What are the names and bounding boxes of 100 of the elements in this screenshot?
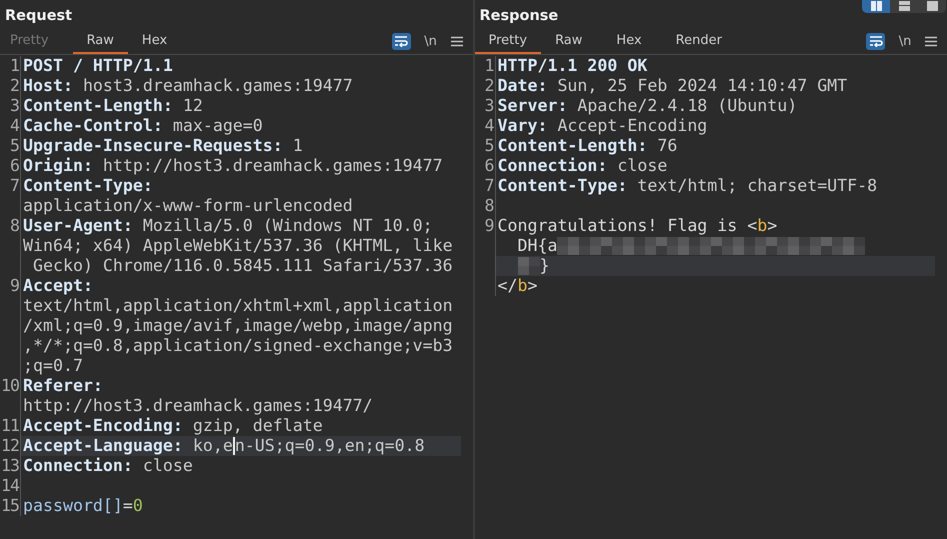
code-text: Win64; x64) AppleWebKit/537.36 (KHTML, like [23, 236, 453, 256]
code-text: password[] [23, 496, 123, 516]
code-text: </ [498, 276, 518, 296]
newline-button[interactable]: \n [420, 34, 440, 48]
code-text: Origin: [23, 156, 93, 176]
tab[interactable]: Hex [132, 28, 188, 54]
code-text: Accept-Encoding: [23, 416, 183, 436]
line-number: 15 [1, 496, 19, 515]
code-text: Accept-Encoding [556, 116, 708, 136]
code-text: ;q=0.7 [23, 356, 83, 376]
code-text: Sun, 25 Feb 2024 14:10:47 GMT [556, 76, 848, 96]
code-text: /xml;q=0.9,image/avif,image/webp,image/apng [23, 316, 453, 336]
code-text: ,*/*;q=0.8,application/signed-exchange;v=b3 [23, 336, 453, 356]
code-text: Connection: [498, 156, 608, 176]
code-text: close [142, 456, 193, 476]
code-text: max-age=0 [172, 116, 263, 136]
menu-icon [450, 36, 462, 46]
columns-icon [868, 0, 884, 12]
code-text: Accept: [23, 276, 93, 296]
layout-button[interactable] [862, 0, 890, 13]
code-text: Host: [23, 76, 73, 96]
wrap-button[interactable] [866, 32, 885, 50]
code-text: http://host3.dreamhack.games:19477 [102, 156, 443, 176]
tab[interactable]: Raw [545, 28, 602, 54]
line-number: 6 [10, 156, 19, 175]
code-text: Date: [498, 76, 548, 96]
menu-button[interactable] [450, 36, 462, 46]
line-number: 3 [10, 96, 19, 115]
line-number: 11 [1, 416, 19, 435]
code-text: HTTP/1.1 200 OK [498, 56, 648, 76]
code-text: Mozilla/5.0 (Windows NT 10.0; [142, 216, 433, 236]
code-text: close [616, 156, 668, 176]
code-text: Gecko) Chrome/116.0.5845.111 Safari/537.36 [32, 256, 453, 276]
text-cursor [232, 437, 235, 455]
code-text: text/html,application/xhtml+xml,application [23, 296, 453, 316]
menu-button[interactable] [925, 36, 937, 46]
code-text: Cache-Control: [23, 116, 163, 136]
code-text: Content-Length: [498, 136, 648, 156]
line-number: 4 [10, 116, 19, 135]
line-number: 5 [484, 136, 494, 155]
line-number: 3 [484, 96, 494, 115]
code-text: n-US;q=0.9,en;q=0.8 [234, 436, 425, 456]
newline-button[interactable]: \n [895, 34, 915, 48]
rows-icon [896, 0, 912, 12]
line-number: 7 [10, 176, 19, 195]
code-text: POST / HTTP/1.1 [23, 56, 173, 76]
code-text: > [527, 276, 538, 296]
wrap-icon [868, 35, 882, 47]
square-icon [924, 0, 940, 12]
line-number: 13 [1, 456, 19, 475]
code-text: > [767, 216, 778, 236]
code-text: 12 [182, 96, 203, 116]
line-number: 2 [10, 76, 19, 95]
code-text: 76 [656, 136, 678, 156]
line-number: 10 [1, 376, 19, 395]
line-number: 1 [484, 56, 494, 75]
pane-title: Response [480, 7, 558, 24]
code-text: 0 [132, 496, 143, 516]
code-text: application/x-www-form-urlencoded [23, 196, 353, 216]
line-number: 14 [1, 476, 19, 495]
line-number: 5 [10, 136, 19, 155]
code-text: } [540, 256, 550, 276]
code-text: Referer: [23, 376, 103, 396]
line-number: 8 [484, 196, 494, 215]
code-text: Content-Type: [23, 176, 153, 196]
code-text: b [757, 216, 768, 236]
code-text: Vary: [498, 116, 548, 136]
code-text: Accept-Language: [23, 436, 183, 456]
code-text: Congratulations! Flag is < [498, 216, 758, 236]
wrap-icon [394, 35, 408, 47]
menu-icon [925, 36, 937, 46]
code-text: User-Agent: [23, 216, 133, 236]
line-number: 4 [484, 116, 494, 135]
pane-title: Request [5, 7, 72, 24]
code-text: Content-Type: [498, 176, 628, 196]
line-number: 2 [484, 76, 494, 95]
wrap-button[interactable] [392, 32, 410, 50]
line-number: 7 [484, 176, 494, 195]
line-number: 9 [484, 216, 494, 235]
code-text: text/html; charset=UTF-8 [636, 176, 878, 196]
line-number: 9 [10, 276, 19, 295]
code-text: Apache/2.4.18 (Ubuntu) [576, 96, 798, 116]
line-number: 1 [10, 56, 19, 75]
code-text: Connection: [23, 456, 133, 476]
code-text: ko,e [192, 436, 233, 456]
line-number: 12 [1, 436, 19, 455]
code-text: http://host3.dreamhack.games:19477/ [23, 396, 373, 416]
code-text: Upgrade-Insecure-Requests: [23, 136, 283, 156]
tab[interactable]: Hex [606, 28, 662, 54]
code-text: gzip, deflate [192, 416, 323, 436]
code-text: 1 [292, 136, 303, 156]
tab[interactable]: Pretty [474, 28, 542, 54]
tab[interactable]: Render [666, 28, 742, 54]
code-text: Content-Length: [23, 96, 173, 116]
code-text: host3.dreamhack.games:19477 [82, 76, 353, 96]
code-text: DH{a [516, 236, 558, 256]
code-text: b [517, 276, 528, 296]
line-number: 6 [484, 156, 494, 175]
line-number: 8 [10, 216, 19, 235]
tab[interactable]: Raw [72, 28, 128, 54]
